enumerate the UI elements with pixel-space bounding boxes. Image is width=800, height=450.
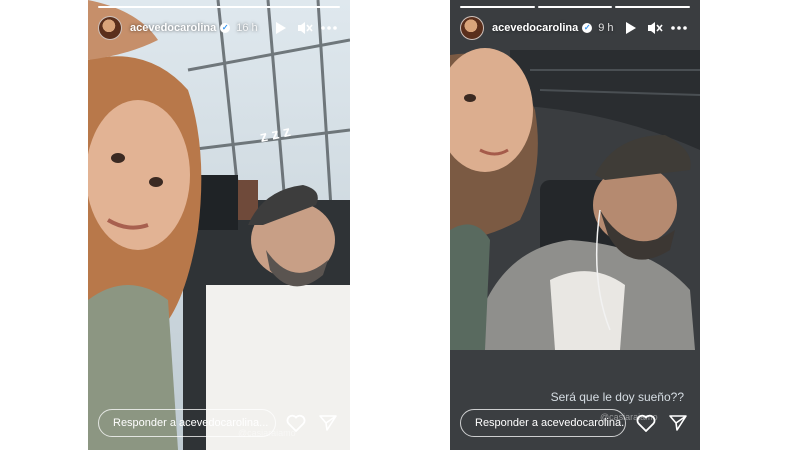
progress-segment [98, 6, 340, 8]
mute-icon[interactable] [294, 17, 316, 39]
story-progress-right [460, 6, 691, 8]
story-caption: Será que le doy sueño?? [550, 390, 684, 404]
progress-segment [537, 6, 613, 8]
story-photo-right [450, 0, 700, 450]
progress-segment [460, 6, 535, 8]
story-progress-left [98, 6, 340, 8]
reply-input[interactable]: Responder a acevedocarolina... [460, 409, 626, 437]
more-icon[interactable] [318, 17, 340, 39]
verified-icon: ✓ [220, 23, 231, 33]
avatar[interactable] [98, 16, 122, 40]
username[interactable]: acevedocarolina [492, 22, 578, 34]
progress-segment [615, 6, 691, 8]
post-time: 9 h [598, 22, 614, 34]
story-card-right[interactable]: acevedocarolina ✓ 9 h Será que le doy su… [450, 0, 700, 450]
heart-icon[interactable] [634, 411, 658, 435]
story-header-left: acevedocarolina ✓ 16 h [98, 16, 340, 40]
send-icon[interactable] [666, 411, 690, 435]
heart-icon[interactable] [284, 411, 308, 435]
play-icon[interactable] [270, 17, 292, 39]
more-icon[interactable] [668, 17, 690, 39]
reply-input[interactable]: Responder a acevedocarolina... [98, 409, 276, 437]
mute-icon[interactable] [644, 17, 666, 39]
verified-icon: ✓ [582, 23, 593, 33]
avatar[interactable] [460, 16, 484, 40]
story-card-left[interactable]: acevedocarolina ✓ 16 h z z z @casiaraiam… [88, 0, 350, 450]
story-footer-left: Responder a acevedocarolina... [98, 408, 340, 438]
username[interactable]: acevedocarolina [130, 22, 216, 34]
post-time: 16 h [236, 22, 258, 34]
story-header-right: acevedocarolina ✓ 9 h [460, 16, 690, 40]
story-photo-left [88, 0, 350, 450]
send-icon[interactable] [316, 411, 340, 435]
story-footer-right: Responder a acevedocarolina... [460, 408, 690, 438]
play-icon[interactable] [620, 17, 642, 39]
